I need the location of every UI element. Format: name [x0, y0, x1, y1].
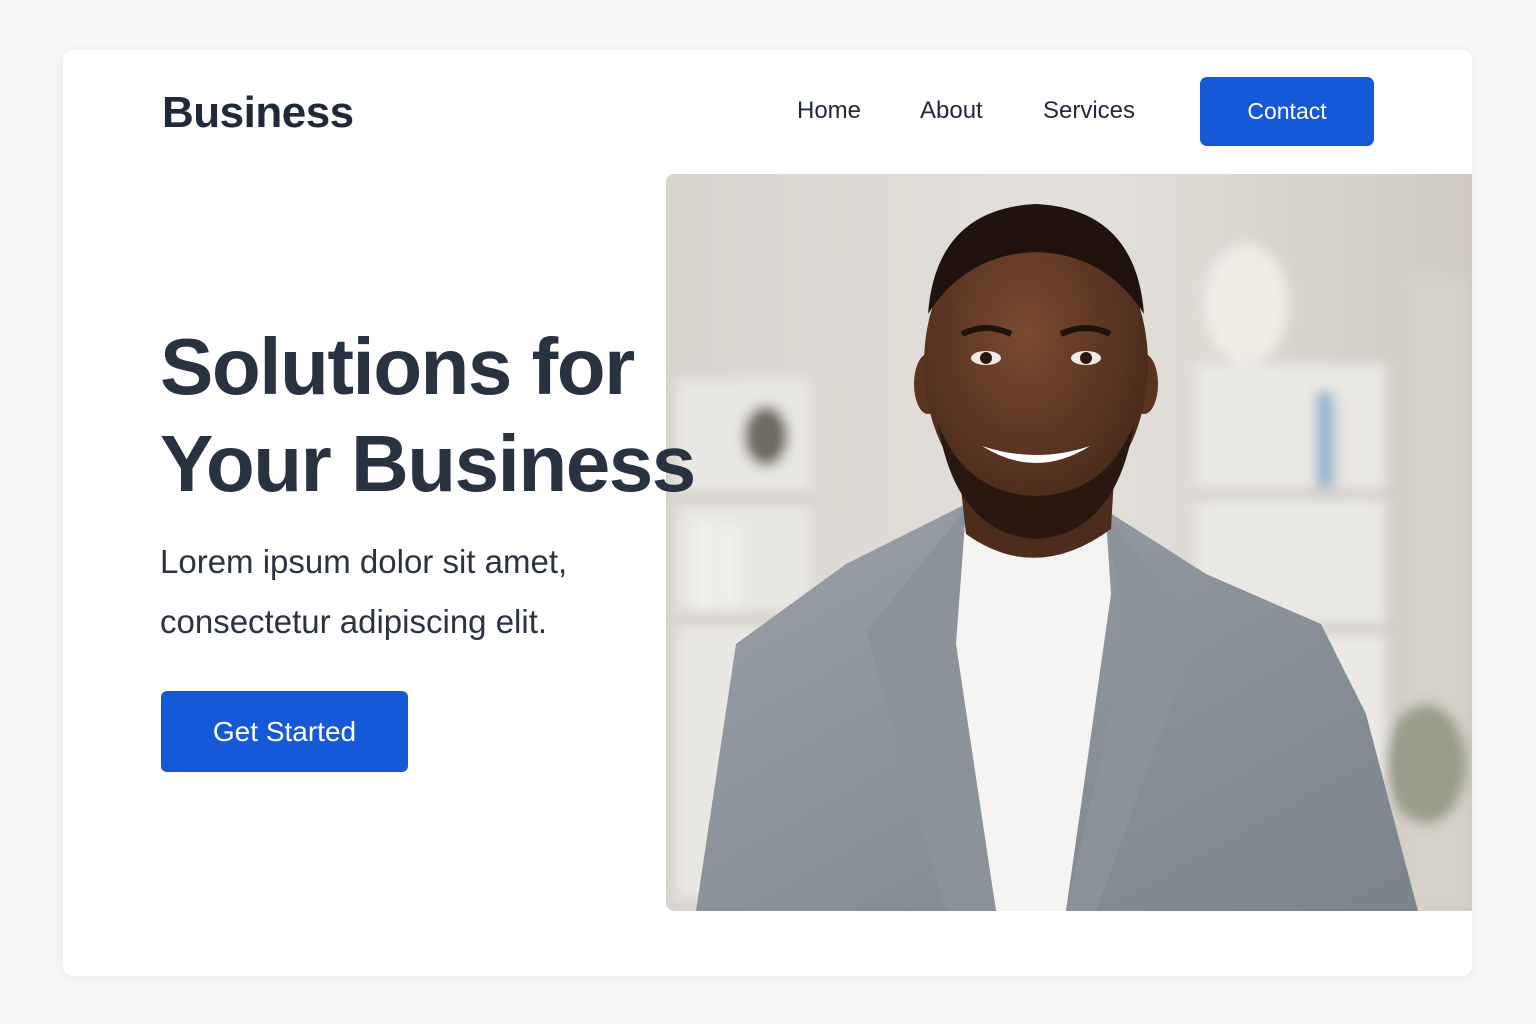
nav-link-home[interactable]: Home — [797, 94, 861, 128]
nav-link-services[interactable]: Services — [1043, 94, 1135, 128]
nav-link-about[interactable]: About — [920, 94, 983, 128]
hero-heading: Solutions for Your Business — [160, 318, 780, 512]
hero-heading-line-1: Solutions for — [160, 322, 635, 411]
brand-logo[interactable]: Business — [162, 88, 354, 138]
hero-subtitle-line-1: Lorem ipsum dolor sit amet, — [160, 543, 568, 580]
get-started-button[interactable]: Get Started — [161, 691, 408, 772]
hero-heading-line-2: Your Business — [160, 419, 696, 508]
hero-subtitle: Lorem ipsum dolor sit amet, consectetur … — [160, 532, 640, 652]
landing-page-card: Business Home About Services Contact Sol… — [63, 50, 1472, 976]
hero-subtitle-line-2: consectetur adipiscing elit. — [160, 603, 548, 640]
hero-image — [666, 174, 1472, 911]
hero-person-illustration — [666, 174, 1472, 911]
contact-button[interactable]: Contact — [1200, 77, 1374, 146]
